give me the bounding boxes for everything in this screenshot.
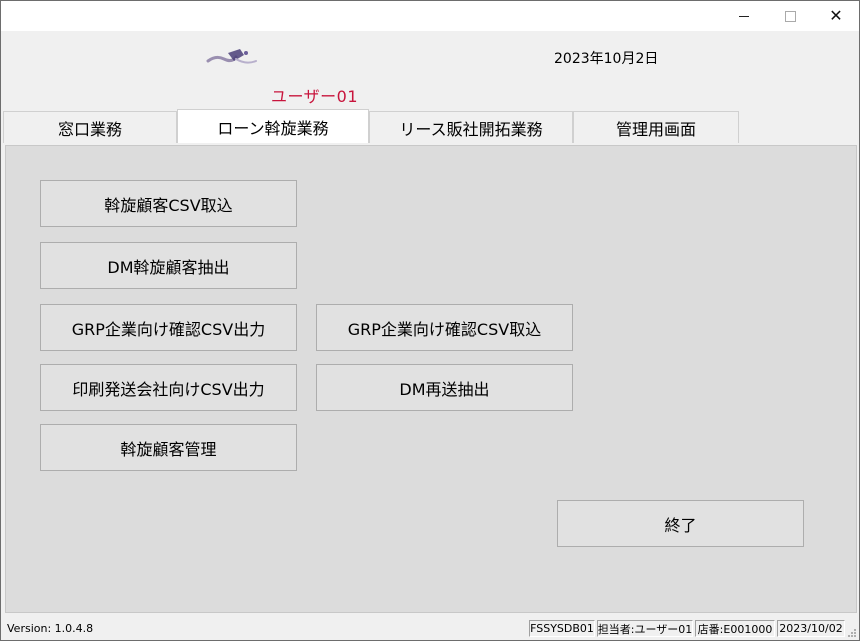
tab-bar: 窓口業務 ローン斡旋業務 リース販社開拓業務 管理用画面 <box>3 109 859 145</box>
status-db: FSSYSDB01 <box>529 620 595 637</box>
status-staff: 担当者:ユーザー01 <box>597 620 693 637</box>
grp-import-csv-button[interactable]: GRP企業向け確認CSV取込 <box>316 304 573 351</box>
app-window: ✕ 2023年10月2日 ユーザー01 窓口業務 ローン斡旋業務 リース販社開拓… <box>0 0 860 641</box>
close-button[interactable]: ✕ <box>813 1 859 31</box>
dm-resend-button[interactable]: DM再送抽出 <box>316 364 573 411</box>
status-date: 2023/10/02 <box>777 620 845 637</box>
current-date: 2023年10月2日 <box>554 51 659 67</box>
loan-brokerage-panel: 斡旋顧客CSV取込 DM斡旋顧客抽出 GRP企業向け確認CSV出力 GRP企業向… <box>5 145 857 613</box>
grp-export-csv-button[interactable]: GRP企業向け確認CSV出力 <box>40 304 297 351</box>
import-csv-button[interactable]: 斡旋顧客CSV取込 <box>40 180 297 227</box>
maximize-icon <box>784 10 796 22</box>
tab-loan-brokerage[interactable]: ローン斡旋業務 <box>177 109 369 143</box>
company-logo <box>206 49 257 64</box>
tab-lease-dealer-development[interactable]: リース販社開拓業務 <box>369 111 573 143</box>
status-store: 店番:E001000 <box>695 620 775 637</box>
minimize-button[interactable] <box>721 1 767 31</box>
header-area: 2023年10月2日 ユーザー01 <box>1 31 859 111</box>
close-icon: ✕ <box>829 6 843 25</box>
customer-manage-button[interactable]: 斡旋顧客管理 <box>40 424 297 471</box>
title-bar: ✕ <box>1 1 859 31</box>
status-bar: Version: 1.0.4.8 FSSYSDB01 担当者:ユーザー01 店番… <box>1 617 859 640</box>
print-export-csv-button[interactable]: 印刷発送会社向けCSV出力 <box>40 364 297 411</box>
dm-extract-button[interactable]: DM斡旋顧客抽出 <box>40 242 297 289</box>
tab-admin-screen[interactable]: 管理用画面 <box>573 111 739 143</box>
maximize-button[interactable] <box>767 1 813 31</box>
tab-counter-service[interactable]: 窓口業務 <box>3 111 177 143</box>
exit-button[interactable]: 終了 <box>557 500 804 547</box>
minimize-icon <box>739 15 749 17</box>
user-name: ユーザー01 <box>271 87 359 106</box>
resize-grip-icon[interactable] <box>847 628 857 638</box>
version-label: Version: 1.0.4.8 <box>7 622 94 635</box>
